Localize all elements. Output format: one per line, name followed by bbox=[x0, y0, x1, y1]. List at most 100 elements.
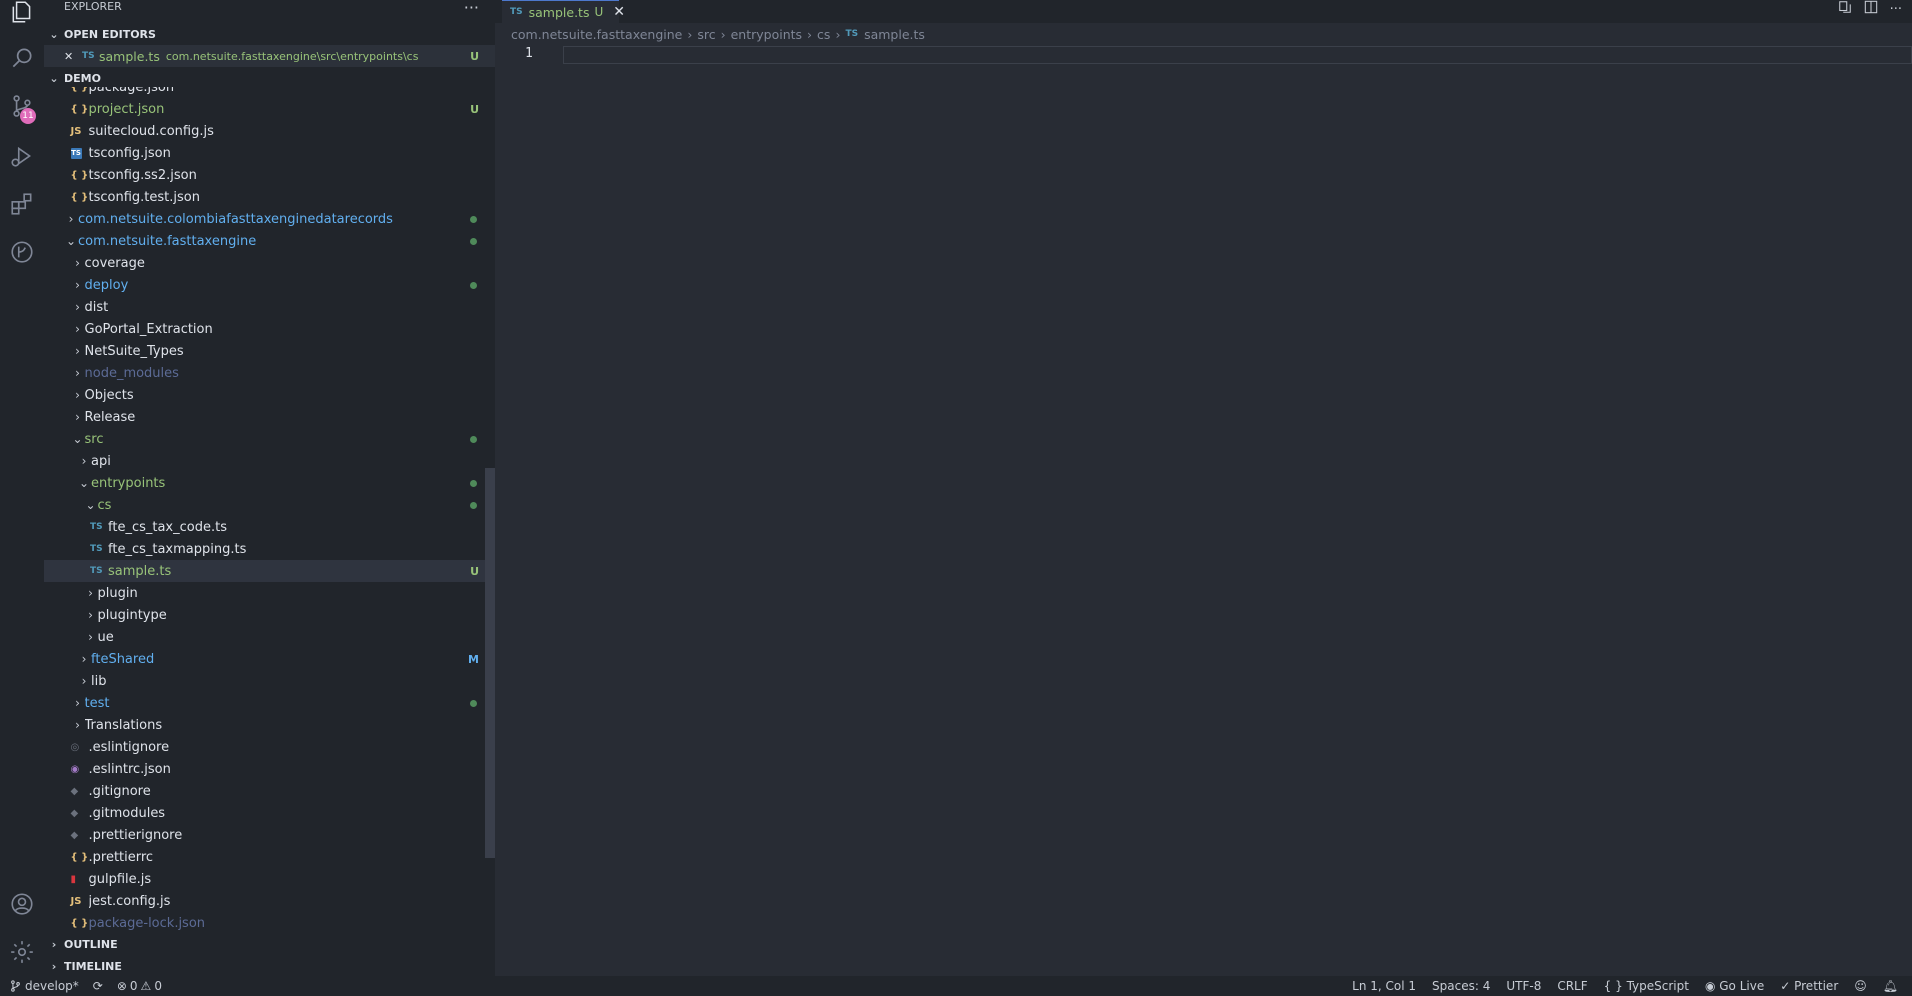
branch-name: develop* bbox=[25, 979, 79, 993]
file-type-icon: TS bbox=[90, 566, 103, 576]
tree-item-label: GoPortal_Extraction bbox=[84, 321, 213, 337]
branch-indicator[interactable]: develop* bbox=[10, 979, 79, 993]
explorer-icon[interactable] bbox=[0, 0, 44, 34]
tree-file[interactable]: ◆ .prettierignore bbox=[44, 824, 495, 846]
breadcrumb-item[interactable]: com.netsuite.fasttaxengine bbox=[511, 27, 682, 42]
close-tab-icon[interactable]: ✕ bbox=[613, 4, 625, 20]
tree-folder[interactable]: ⌄ cs bbox=[44, 494, 495, 516]
split-editor-icon[interactable] bbox=[1864, 0, 1878, 18]
tree-file[interactable]: ◎ .eslintignore bbox=[44, 736, 495, 758]
tree-file[interactable]: JS suitecloud.config.js bbox=[44, 120, 495, 142]
accounts-icon[interactable] bbox=[0, 882, 44, 926]
chevron-right-icon: › bbox=[75, 410, 80, 424]
file-type-icon: TS bbox=[90, 544, 103, 554]
run-debug-icon[interactable] bbox=[0, 134, 44, 178]
tree-item-label: com.netsuite.fasttaxengine bbox=[78, 233, 257, 249]
outline-header[interactable]: › OUTLINE bbox=[44, 933, 495, 955]
more-actions-icon[interactable]: ··· bbox=[1890, 2, 1902, 17]
language-mode[interactable]: { } TypeScript bbox=[1604, 979, 1689, 993]
open-editors-header[interactable]: ⌄ OPEN EDITORS bbox=[44, 23, 495, 45]
open-editor-item[interactable]: ✕ TS sample.ts com.netsuite.fasttaxengin… bbox=[44, 45, 495, 67]
file-type-icon: { } bbox=[70, 191, 89, 203]
tree-folder[interactable]: › Translations bbox=[44, 714, 495, 736]
problems-indicator[interactable]: ⊗ 0 ⚠ 0 bbox=[117, 979, 162, 993]
breadcrumb-item[interactable]: entrypoints bbox=[731, 27, 802, 42]
prettier-button[interactable]: ✓ Prettier bbox=[1780, 979, 1838, 993]
tree-file[interactable]: { } package-lock.json bbox=[44, 912, 495, 931]
tree-folder[interactable]: › plugin bbox=[44, 582, 495, 604]
tree-item-label: lib bbox=[91, 673, 107, 689]
tree-folder[interactable]: › ue bbox=[44, 626, 495, 648]
close-editor-icon[interactable]: ✕ bbox=[64, 50, 82, 63]
tree-folder[interactable]: ⌄ src bbox=[44, 428, 495, 450]
tree-file[interactable]: { } project.json U bbox=[44, 98, 495, 120]
go-live-button[interactable]: ◉ Go Live bbox=[1705, 979, 1764, 993]
file-type-icon: TS bbox=[90, 522, 103, 532]
tree-folder[interactable]: › dist bbox=[44, 296, 495, 318]
sync-icon[interactable]: ⟳ bbox=[93, 979, 103, 993]
modified-dot-icon bbox=[470, 699, 477, 707]
tree-folder[interactable]: › GoPortal_Extraction bbox=[44, 318, 495, 340]
tree-folder[interactable]: › test bbox=[44, 692, 495, 714]
ts-file-icon: TS bbox=[82, 51, 95, 61]
tree-scrollbar[interactable] bbox=[485, 468, 495, 858]
tree-folder[interactable]: › coverage bbox=[44, 252, 495, 274]
open-changes-icon[interactable] bbox=[1838, 0, 1852, 18]
tab-sample-ts[interactable]: TS sample.ts U ✕ bbox=[502, 0, 625, 23]
tree-folder[interactable]: ⌄ entrypoints bbox=[44, 472, 495, 494]
cursor-position[interactable]: Ln 1, Col 1 bbox=[1352, 979, 1416, 993]
tree-file[interactable]: TS tsconfig.json bbox=[44, 142, 495, 164]
tree-folder[interactable]: › lib bbox=[44, 670, 495, 692]
tree-file[interactable]: ◆ .gitmodules bbox=[44, 802, 495, 824]
demo-folder-header[interactable]: ⌄ DEMO bbox=[44, 67, 495, 89]
settings-gear-icon[interactable] bbox=[0, 930, 44, 974]
tree-folder[interactable]: › Objects bbox=[44, 384, 495, 406]
tree-file[interactable]: { } tsconfig.test.json bbox=[44, 186, 495, 208]
feedback-icon[interactable]: ☺ bbox=[1854, 979, 1867, 993]
tree-folder[interactable]: › fteShared M bbox=[44, 648, 495, 670]
tree-item-label: .prettierignore bbox=[88, 827, 183, 843]
tree-item-label: Release bbox=[84, 409, 136, 425]
tree-folder[interactable]: › plugintype bbox=[44, 604, 495, 626]
file-type-icon: ◎ bbox=[70, 741, 80, 753]
chevron-right-icon: › bbox=[81, 652, 87, 666]
source-control-icon[interactable]: 11 bbox=[0, 84, 44, 128]
outline-label: OUTLINE bbox=[64, 937, 118, 951]
tree-folder[interactable]: › com.netsuite.colombiafasttaxenginedatar… bbox=[44, 208, 495, 230]
notifications-bell-icon[interactable]: 🔔︎ bbox=[1883, 979, 1898, 993]
tree-folder[interactable]: › node_modules bbox=[44, 362, 495, 384]
tree-file[interactable]: TS fte_cs_tax_code.ts bbox=[44, 516, 495, 538]
tree-folder[interactable]: › NetSuite_Types bbox=[44, 340, 495, 362]
tree-file[interactable]: TS fte_cs_taxmapping.ts bbox=[44, 538, 495, 560]
tree-file[interactable]: ◉ .eslintrc.json bbox=[44, 758, 495, 780]
extensions-icon[interactable] bbox=[0, 182, 44, 226]
language-label: TypeScript bbox=[1626, 979, 1689, 993]
breadcrumb-item[interactable]: src bbox=[697, 27, 715, 42]
tree-file[interactable]: TS sample.ts U bbox=[44, 560, 495, 582]
tree-file[interactable]: { } tsconfig.ss2.json bbox=[44, 164, 495, 186]
breadcrumb-item[interactable]: cs bbox=[817, 27, 830, 42]
tree-file[interactable]: ◆ .gitignore bbox=[44, 780, 495, 802]
tree-file[interactable]: { } .prettierrc bbox=[44, 846, 495, 868]
tree-item-label: fteShared bbox=[91, 651, 155, 667]
tree-file[interactable]: JS jest.config.js bbox=[44, 890, 495, 912]
breadcrumb-file[interactable]: sample.ts bbox=[864, 27, 925, 42]
encoding[interactable]: UTF-8 bbox=[1506, 979, 1541, 993]
git-graph-icon[interactable] bbox=[0, 230, 44, 274]
tree-file[interactable]: ▮ gulpfile.js bbox=[44, 868, 495, 890]
check-double-icon: ✓ bbox=[1780, 979, 1791, 993]
tree-folder[interactable]: › Release bbox=[44, 406, 495, 428]
tree-folder[interactable]: › api bbox=[44, 450, 495, 472]
explorer-more-actions-icon[interactable]: ··· bbox=[464, 0, 479, 17]
timeline-header[interactable]: › TIMELINE bbox=[44, 955, 495, 977]
tree-folder[interactable]: › deploy bbox=[44, 274, 495, 296]
tree-file[interactable]: { } package.json bbox=[44, 87, 495, 98]
indentation[interactable]: Spaces: 4 bbox=[1432, 979, 1490, 993]
search-icon[interactable] bbox=[0, 36, 44, 80]
braces-icon: { } bbox=[1603, 979, 1623, 993]
tree-folder[interactable]: ⌄ com.netsuite.fasttaxengine bbox=[44, 230, 495, 252]
tree-item-label: entrypoints bbox=[91, 475, 166, 491]
end-of-line[interactable]: CRLF bbox=[1557, 979, 1587, 993]
chevron-right-icon: › bbox=[88, 586, 93, 600]
code-editor-line[interactable] bbox=[563, 46, 1912, 64]
